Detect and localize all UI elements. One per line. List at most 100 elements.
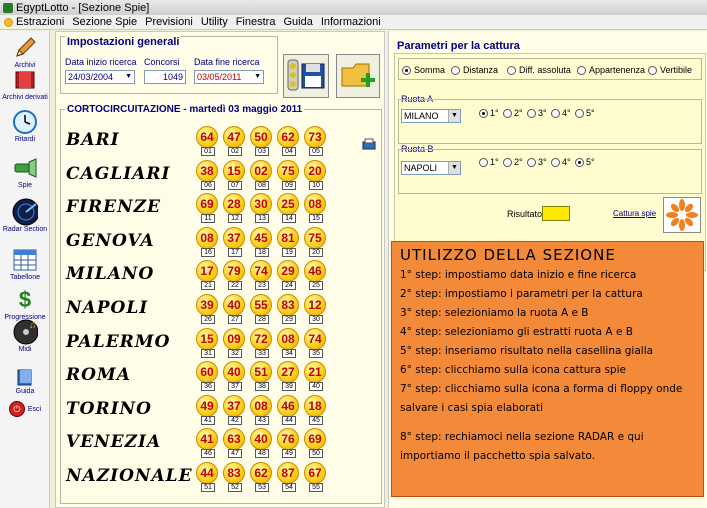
drawn-number[interactable]: 76 49: [277, 428, 301, 459]
drawn-number[interactable]: 72 33: [250, 327, 274, 358]
cattura-spie-button[interactable]: [663, 197, 701, 233]
drawn-number[interactable]: 18 45: [304, 394, 328, 425]
drawn-number[interactable]: 28 12: [223, 193, 247, 224]
radio-button[interactable]: [575, 157, 584, 167]
drawn-number[interactable]: 41 46: [196, 428, 220, 459]
drawn-number[interactable]: 64 01: [196, 126, 220, 156]
contests-field[interactable]: 1049: [144, 70, 186, 84]
drawn-number[interactable]: 50 03: [250, 126, 274, 156]
load-folder-button[interactable]: [336, 54, 380, 98]
drawn-number[interactable]: 27 39: [277, 361, 301, 392]
drawn-number[interactable]: 67 55: [304, 462, 328, 492]
drawn-number[interactable]: 51 38: [250, 361, 274, 392]
sidebar-item-radar[interactable]: Radar Section: [0, 198, 50, 233]
sidebar-item-esci[interactable]: ⏻ Esci: [0, 401, 50, 417]
sidebar-item-midi[interactable]: ♫ Midi: [0, 319, 50, 353]
mode-option[interactable]: Distanza: [451, 65, 498, 75]
ruota-a-position-option[interactable]: 5°: [575, 108, 595, 118]
drawn-number[interactable]: 46 44: [277, 394, 301, 425]
drawn-number[interactable]: 20 10: [304, 159, 328, 190]
ruota-b-position-option[interactable]: 5°: [575, 157, 595, 167]
radio-button[interactable]: [503, 157, 512, 167]
radio-button[interactable]: [527, 108, 536, 118]
radio-button[interactable]: [507, 65, 516, 75]
drawn-number[interactable]: 60 36: [196, 361, 220, 392]
ruota-b-select[interactable]: NAPOLI ▼: [401, 161, 461, 175]
drawn-number[interactable]: 74 35: [304, 327, 328, 358]
drawn-number[interactable]: 87 54: [277, 462, 301, 492]
ruota-b-position-option[interactable]: 2°: [503, 157, 523, 167]
drawn-number[interactable]: 08 15: [304, 193, 328, 224]
sidebar-item-progressione[interactable]: $ Progressione: [0, 287, 50, 321]
drawn-number[interactable]: 39 26: [196, 294, 220, 324]
sidebar-item-tabellone[interactable]: Tabellone: [0, 247, 50, 281]
mode-option[interactable]: Diff. assoluta: [507, 65, 571, 75]
menu-finestra[interactable]: Finestra: [232, 16, 280, 28]
radio-button[interactable]: [402, 65, 411, 75]
drawn-number[interactable]: 37 42: [223, 394, 247, 425]
radio-button[interactable]: [551, 157, 560, 167]
ruota-a-position-option[interactable]: 2°: [503, 108, 523, 118]
mode-option[interactable]: Vertibile: [648, 65, 692, 75]
radio-button[interactable]: [479, 157, 488, 167]
drawn-number[interactable]: 55 28: [250, 294, 274, 324]
drawn-number[interactable]: 12 30: [304, 294, 328, 324]
drawn-number[interactable]: 63 47: [223, 428, 247, 459]
sidebar-item-ritardi[interactable]: Ritardi: [0, 109, 50, 143]
drawn-number[interactable]: 73 05: [304, 126, 328, 156]
drawn-number[interactable]: 74 23: [250, 260, 274, 291]
save-spies-button[interactable]: [283, 54, 329, 98]
menu-estrazioni[interactable]: Estrazioni: [0, 16, 68, 28]
ruota-b-position-option[interactable]: 3°: [527, 157, 547, 167]
drawn-number[interactable]: 08 16: [196, 226, 220, 257]
drawn-number[interactable]: 37 17: [223, 226, 247, 257]
drawn-number[interactable]: 75 20: [304, 226, 328, 257]
drawn-number[interactable]: 69 11: [196, 193, 220, 224]
drawn-number[interactable]: 79 22: [223, 260, 247, 291]
drawn-number[interactable]: 17 21: [196, 260, 220, 291]
cattura-spie-link[interactable]: Cattura spie: [613, 209, 656, 218]
end-date-field[interactable]: 03/05/2011 ▼: [194, 70, 264, 84]
drawn-number[interactable]: 83 29: [277, 294, 301, 324]
ruota-a-position-option[interactable]: 1°: [479, 108, 499, 118]
start-date-field[interactable]: 24/03/2004 ▼: [65, 70, 135, 84]
drawn-number[interactable]: 62 04: [277, 126, 301, 156]
menu-informazioni[interactable]: Informazioni: [317, 16, 385, 28]
ruota-a-position-option[interactable]: 3°: [527, 108, 547, 118]
drawn-number[interactable]: 47 02: [223, 126, 247, 156]
result-input[interactable]: [542, 206, 570, 221]
drawn-number[interactable]: 45 18: [250, 226, 274, 257]
drawn-number[interactable]: 40 37: [223, 361, 247, 392]
drawn-number[interactable]: 25 14: [277, 193, 301, 224]
sidebar-item-guida[interactable]: Guida: [0, 367, 50, 395]
radio-button[interactable]: [479, 108, 488, 118]
mode-option[interactable]: Somma: [402, 65, 445, 75]
drawn-number[interactable]: 83 52: [223, 462, 247, 492]
drawn-number[interactable]: 02 08: [250, 159, 274, 190]
radio-button[interactable]: [527, 157, 536, 167]
drawn-number[interactable]: 38 06: [196, 159, 220, 190]
menu-previsioni[interactable]: Previsioni: [141, 16, 197, 28]
drawn-number[interactable]: 40 27: [223, 294, 247, 324]
drawn-number[interactable]: 75 09: [277, 159, 301, 190]
drawn-number[interactable]: 29 24: [277, 260, 301, 291]
drawn-number[interactable]: 46 25: [304, 260, 328, 291]
drawn-number[interactable]: 09 32: [223, 327, 247, 358]
drawn-number[interactable]: 15 31: [196, 327, 220, 358]
ruota-a-position-option[interactable]: 4°: [551, 108, 571, 118]
menu-utility[interactable]: Utility: [197, 16, 232, 28]
drawn-number[interactable]: 81 19: [277, 226, 301, 257]
drawn-number[interactable]: 49 41: [196, 394, 220, 425]
ruota-b-position-option[interactable]: 1°: [479, 157, 499, 167]
radio-button[interactable]: [575, 108, 584, 118]
ruota-b-position-option[interactable]: 4°: [551, 157, 571, 167]
radio-button[interactable]: [503, 108, 512, 118]
drawn-number[interactable]: 40 48: [250, 428, 274, 459]
radio-button[interactable]: [648, 65, 657, 75]
mode-option[interactable]: Appartenenza: [577, 65, 645, 75]
drawn-number[interactable]: 08 34: [277, 327, 301, 358]
menu-guida[interactable]: Guida: [279, 16, 316, 28]
drawn-number[interactable]: 21 40: [304, 361, 328, 392]
radio-button[interactable]: [577, 65, 586, 75]
sidebar-item-archivi-derivati[interactable]: Archivi derivati: [0, 67, 50, 101]
